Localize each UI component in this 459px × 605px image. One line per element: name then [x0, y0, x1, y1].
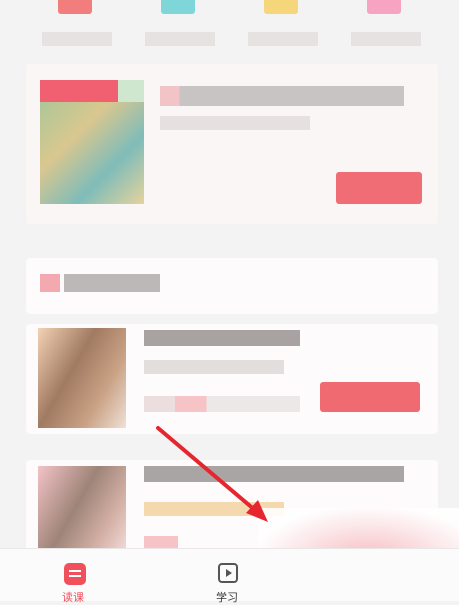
tab-label: 学习 [216, 591, 238, 604]
bottom-tab-bar: 读课 学习 [0, 548, 459, 604]
play-tab-icon [218, 563, 238, 583]
tab-course[interactable]: 读课 [52, 555, 100, 604]
tab-label: 读课 [62, 591, 84, 604]
course-tab-icon [64, 563, 86, 585]
pointer-arrow [156, 426, 268, 522]
tab-study[interactable]: 学习 [206, 555, 254, 604]
